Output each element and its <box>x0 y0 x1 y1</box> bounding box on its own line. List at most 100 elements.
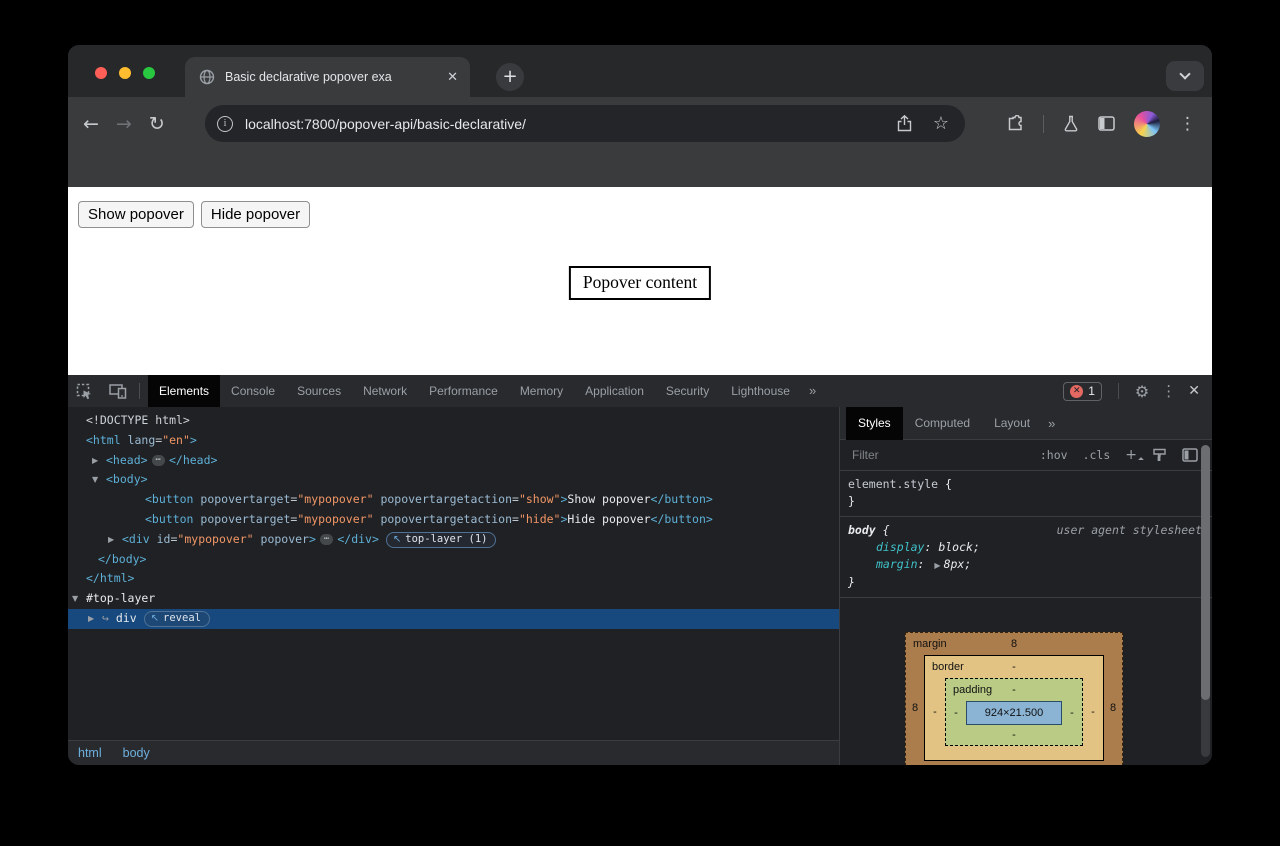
box-model-diagram[interactable]: 8 margin 8 - border <box>905 632 1212 765</box>
sidebar-tab-computed[interactable]: Computed <box>903 407 982 440</box>
devtools-tab-lighthouse[interactable]: Lighthouse <box>720 375 801 407</box>
class-toggle[interactable]: .cls <box>1083 448 1111 462</box>
show-popover-button[interactable]: Show popover <box>78 201 194 228</box>
tree-line[interactable]: </body> <box>68 550 839 570</box>
collapsed-content-icon[interactable]: ⋯ <box>320 534 333 545</box>
minimize-window-button[interactable] <box>119 67 131 79</box>
css-property-value: block; <box>938 540 980 554</box>
reveal-badge[interactable]: reveal <box>144 611 210 627</box>
devtools-tab-security[interactable]: Security <box>655 375 720 407</box>
css-declaration[interactable]: display: block; <box>848 539 1204 556</box>
rule-declarations: display: block;margin: ▶8px; <box>848 539 1204 574</box>
back-icon[interactable]: ← <box>83 113 99 135</box>
rule-selector: element.style <box>848 477 938 491</box>
code-token: Hide popover <box>567 512 650 526</box>
extensions-icon[interactable] <box>1007 115 1024 132</box>
tree-line[interactable]: <button popovertarget="mypopover" popove… <box>68 490 839 510</box>
inspect-element-icon[interactable] <box>68 383 101 400</box>
browser-menu-kebab-icon[interactable]: ⋮ <box>1179 114 1196 134</box>
devtools-tab-elements[interactable]: Elements <box>148 375 220 407</box>
fullscreen-window-button[interactable] <box>143 67 155 79</box>
share-icon[interactable] <box>897 115 912 132</box>
tree-line[interactable]: ▶<div id="mypopover" popover>⋯</div>top-… <box>68 530 839 550</box>
tree-line[interactable]: <html lang="en"> <box>68 431 839 451</box>
code-token: "mypopover" <box>297 512 373 526</box>
collapsed-content-icon[interactable]: ⋯ <box>152 455 165 466</box>
breadcrumb-item-html[interactable]: html <box>78 746 102 760</box>
content-size-value: 924×21.500 <box>966 701 1062 725</box>
browser-tab[interactable]: Basic declarative popover exa ✕ <box>185 57 470 97</box>
address-bar[interactable]: i localhost:7800/popover-api/basic-decla… <box>205 105 965 142</box>
styles-filter-row: Filter :hov .cls + <box>840 440 1212 471</box>
tree-line[interactable]: ▶<head> ⋯ </head> <box>68 451 839 471</box>
border-left-value: - <box>925 678 945 746</box>
expand-arrow-icon[interactable]: ▶ <box>931 561 943 570</box>
rule-origin: user agent stylesheet <box>1057 522 1204 539</box>
top-layer-badge[interactable]: top-layer (1) <box>386 532 497 548</box>
tree-line[interactable]: <button popovertarget="mypopover" popove… <box>68 510 839 530</box>
tab-close-icon[interactable]: ✕ <box>447 70 458 85</box>
code-token: <head> <box>106 453 148 467</box>
device-toolbar-icon[interactable] <box>101 384 135 399</box>
tree-line[interactable]: </html> <box>68 569 839 589</box>
sidebar-tab-styles[interactable]: Styles <box>846 407 903 440</box>
forward-icon[interactable]: → <box>116 113 132 135</box>
margin-label: margin <box>913 638 947 650</box>
sidebar-scrollbar-thumb[interactable] <box>1201 445 1210 700</box>
code-token: > <box>190 433 197 447</box>
devtools-tabs: ElementsConsoleSourcesNetworkPerformance… <box>148 375 801 407</box>
tab-list-chevron-button[interactable] <box>1166 61 1204 91</box>
devtools-close-icon[interactable]: ✕ <box>1188 383 1200 399</box>
settings-gear-icon[interactable]: ⚙ <box>1135 382 1149 401</box>
expand-arrow-icon[interactable]: ▶ <box>88 609 102 629</box>
site-info-icon[interactable]: i <box>217 116 233 132</box>
devtools-tab-console[interactable]: Console <box>220 375 286 407</box>
rendering-paint-icon[interactable] <box>1152 448 1167 462</box>
code-token: id <box>150 532 171 546</box>
devtools-tab-application[interactable]: Application <box>574 375 655 407</box>
expand-arrow-icon[interactable]: ▶ <box>92 451 106 471</box>
devtools-menu-kebab-icon[interactable]: ⋮ <box>1161 382 1176 400</box>
url-text[interactable]: localhost:7800/popover-api/basic-declara… <box>245 116 526 132</box>
filter-input[interactable]: Filter <box>852 448 879 462</box>
more-tabs-button[interactable]: » <box>801 375 824 407</box>
reload-icon[interactable]: ↻ <box>149 113 165 135</box>
new-tab-button[interactable]: + <box>496 63 524 91</box>
sidebar-more-tabs-button[interactable]: » <box>1042 416 1061 431</box>
devtools-tab-memory[interactable]: Memory <box>509 375 574 407</box>
error-icon: ✕ <box>1070 385 1083 398</box>
tree-line[interactable]: ▼<body> <box>68 470 839 490</box>
dock-panel-icon[interactable] <box>1182 448 1198 462</box>
tree-line[interactable]: ▼#top-layer <box>68 589 839 609</box>
margin-left-value: 8 <box>906 655 924 761</box>
new-style-rule-button[interactable]: + <box>1125 447 1137 463</box>
tree-line[interactable]: ▶↪ divreveal <box>68 609 839 629</box>
devtools-tab-network[interactable]: Network <box>352 375 418 407</box>
close-window-button[interactable] <box>95 67 107 79</box>
breadcrumb-item-body[interactable]: body <box>123 746 150 760</box>
bookmark-star-icon[interactable]: ☆ <box>933 113 949 134</box>
side-panel-icon[interactable] <box>1098 116 1115 131</box>
profile-avatar[interactable] <box>1134 111 1160 137</box>
experiments-flask-icon[interactable] <box>1063 115 1079 132</box>
element-style-rule[interactable]: element.style { } <box>840 471 1212 517</box>
code-token: = <box>512 512 519 526</box>
padding-label: padding <box>953 684 992 696</box>
styles-pane: element.style { } user agent stylesheetb… <box>840 471 1212 765</box>
hide-popover-button[interactable]: Hide popover <box>201 201 310 228</box>
collapse-arrow-icon[interactable]: ▼ <box>92 470 106 490</box>
sidebar-tab-layout[interactable]: Layout <box>982 407 1042 440</box>
devtools-tab-performance[interactable]: Performance <box>418 375 509 407</box>
error-badge[interactable]: ✕ 1 <box>1063 382 1102 401</box>
body-style-rule[interactable]: user agent stylesheetbody { display: blo… <box>840 517 1212 598</box>
tree-line[interactable]: <!DOCTYPE html> <box>68 411 839 431</box>
pseudo-state-toggle[interactable]: :hov <box>1040 448 1068 462</box>
code-token: </head> <box>169 453 217 467</box>
devtools-tab-sources[interactable]: Sources <box>286 375 352 407</box>
traffic-lights <box>95 67 155 79</box>
collapse-arrow-icon[interactable]: ▼ <box>72 589 86 609</box>
css-declaration[interactable]: margin: ▶8px; <box>848 556 1204 574</box>
expand-arrow-icon[interactable]: ▶ <box>108 530 122 550</box>
styles-sidebar: StylesComputedLayout» Filter :hov .cls + <box>840 407 1212 765</box>
code-token: <html <box>86 433 121 447</box>
